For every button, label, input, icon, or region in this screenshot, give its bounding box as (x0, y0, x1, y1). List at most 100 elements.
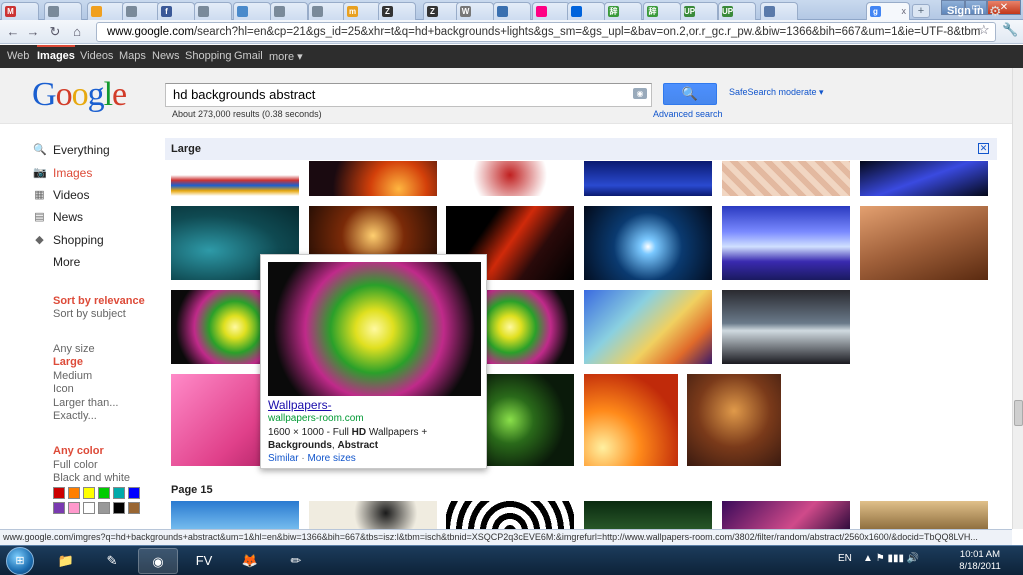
color-swatch[interactable] (113, 487, 125, 499)
color-swatch[interactable] (128, 502, 140, 514)
size-option[interactable]: Any size (53, 343, 95, 355)
image-thumbnail[interactable] (584, 290, 712, 364)
browser-tab[interactable]: m (343, 2, 381, 20)
sort-option[interactable]: Sort by subject (53, 308, 126, 320)
sort-option[interactable]: Sort by relevance (53, 295, 145, 307)
nav-item[interactable]: Images (53, 166, 92, 180)
browser-tab[interactable] (44, 2, 82, 20)
home-button[interactable]: ⌂ (68, 23, 86, 41)
browser-tab[interactable] (760, 2, 798, 20)
color-swatch[interactable] (53, 502, 65, 514)
color-swatch[interactable] (83, 502, 95, 514)
image-thumbnail[interactable] (722, 290, 850, 364)
browser-tab[interactable]: f (157, 2, 195, 20)
image-thumbnail[interactable] (584, 206, 712, 280)
color-swatch[interactable] (98, 487, 110, 499)
image-thumbnail[interactable] (584, 374, 678, 466)
nav-item[interactable]: Videos (53, 188, 89, 202)
size-option[interactable]: Large (53, 356, 83, 368)
pencil-taskbar-button[interactable]: ✏ (276, 548, 316, 574)
color-swatch[interactable] (83, 487, 95, 499)
address-bar[interactable]: www.google.com/search?hl=en&cp=21&gs_id=… (96, 22, 996, 42)
color-swatch[interactable] (68, 487, 80, 499)
gbar-link[interactable]: News (152, 50, 180, 62)
explorer-taskbar-button[interactable]: 📁 (46, 548, 86, 574)
close-tab-icon[interactable]: x (902, 3, 907, 19)
color-swatch[interactable] (68, 502, 80, 514)
gear-icon[interactable]: ⚙ (989, 3, 1002, 20)
browser-tab[interactable]: gx (866, 2, 910, 20)
similar-link[interactable]: Similar (268, 453, 299, 464)
gbar-link[interactable]: Gmail (234, 50, 263, 62)
image-thumbnail[interactable] (722, 161, 850, 196)
image-thumbnail[interactable] (860, 501, 988, 529)
image-thumbnail[interactable] (722, 501, 850, 529)
gbar-link[interactable]: Videos (80, 50, 113, 62)
browser-tab[interactable]: Z (378, 2, 416, 20)
color-option[interactable]: Black and white (53, 472, 130, 484)
image-thumbnail[interactable] (584, 501, 712, 529)
notepad-taskbar-button[interactable]: ✎ (92, 548, 132, 574)
search-input[interactable]: hd backgrounds abstract (165, 83, 652, 107)
tray-icons[interactable]: ▲ ⚑ ▮▮▮ 🔊 (863, 553, 919, 564)
sign-in-link[interactable]: Sign in (947, 5, 984, 17)
language-indicator[interactable]: EN (838, 553, 852, 564)
color-swatch[interactable] (113, 502, 125, 514)
image-preview-card[interactable]: Wallpapers- wallpapers-room.com 1600 × 1… (260, 254, 487, 469)
gbar-link[interactable]: Shopping (185, 50, 232, 62)
preview-source-url[interactable]: wallpapers-room.com (268, 413, 364, 424)
back-button[interactable]: ← (4, 23, 22, 41)
preview-image[interactable] (268, 262, 481, 396)
browser-tab[interactable] (233, 2, 271, 20)
browser-tab[interactable] (308, 2, 346, 20)
safesearch-dropdown[interactable]: SafeSearch moderate ▾ (729, 87, 824, 98)
image-thumbnail[interactable] (309, 161, 437, 196)
camera-icon[interactable]: ◉ (633, 88, 647, 99)
google-logo[interactable]: Google (32, 76, 127, 114)
browser-tab[interactable] (532, 2, 570, 20)
new-tab-button[interactable]: + (912, 4, 930, 18)
image-thumbnail[interactable] (584, 161, 712, 196)
clock[interactable]: 10:01 AM 8/18/2011 (955, 549, 1005, 573)
gbar-link[interactable]: more ▾ (269, 50, 303, 63)
image-thumbnail[interactable] (860, 206, 988, 280)
browser-tab[interactable] (493, 2, 531, 20)
preview-title-link[interactable]: Wallpapers- (268, 398, 332, 412)
image-thumbnail[interactable] (446, 501, 574, 529)
browser-tab[interactable] (122, 2, 160, 20)
forward-button[interactable]: → (24, 23, 42, 41)
close-section-icon[interactable]: ✕ (978, 143, 989, 154)
browser-tab[interactable]: UP (718, 2, 756, 20)
browser-tab[interactable] (567, 2, 605, 20)
browser-tab[interactable]: UP (680, 2, 718, 20)
browser-tab[interactable]: W (456, 2, 494, 20)
browser-tab[interactable]: 辞 (604, 2, 642, 20)
reload-button[interactable]: ↻ (46, 23, 64, 41)
color-option[interactable]: Any color (53, 445, 104, 457)
image-thumbnail[interactable] (309, 501, 437, 529)
browser-tab[interactable]: 辞 (643, 2, 681, 20)
size-option[interactable]: Larger than... (53, 397, 118, 409)
gbar-link[interactable]: Images (37, 45, 75, 62)
size-option[interactable]: Exactly... (53, 410, 97, 422)
image-thumbnail[interactable] (446, 161, 574, 196)
search-button[interactable]: 🔍 (663, 83, 717, 105)
image-thumbnail[interactable] (171, 161, 299, 196)
scrollbar-thumb[interactable] (1014, 400, 1023, 426)
more-sizes-link[interactable]: More sizes (307, 453, 355, 464)
color-swatch[interactable] (128, 487, 140, 499)
size-option[interactable]: Medium (53, 370, 92, 382)
gimp-taskbar-button[interactable]: 🦊 (230, 548, 270, 574)
chrome-taskbar-button[interactable]: ◉ (138, 548, 178, 574)
wrench-icon[interactable]: 🔧 (1002, 22, 1018, 38)
nav-item[interactable]: More (53, 255, 80, 269)
image-thumbnail[interactable] (171, 501, 299, 529)
nav-item[interactable]: News (53, 210, 83, 224)
browser-tab[interactable] (87, 2, 125, 20)
fv-taskbar-button[interactable]: FV (184, 548, 224, 574)
image-thumbnail[interactable] (860, 161, 988, 196)
image-thumbnail[interactable] (687, 374, 781, 466)
size-option[interactable]: Icon (53, 383, 74, 395)
image-thumbnail[interactable] (722, 206, 850, 280)
advanced-search-link[interactable]: Advanced search (653, 109, 723, 119)
